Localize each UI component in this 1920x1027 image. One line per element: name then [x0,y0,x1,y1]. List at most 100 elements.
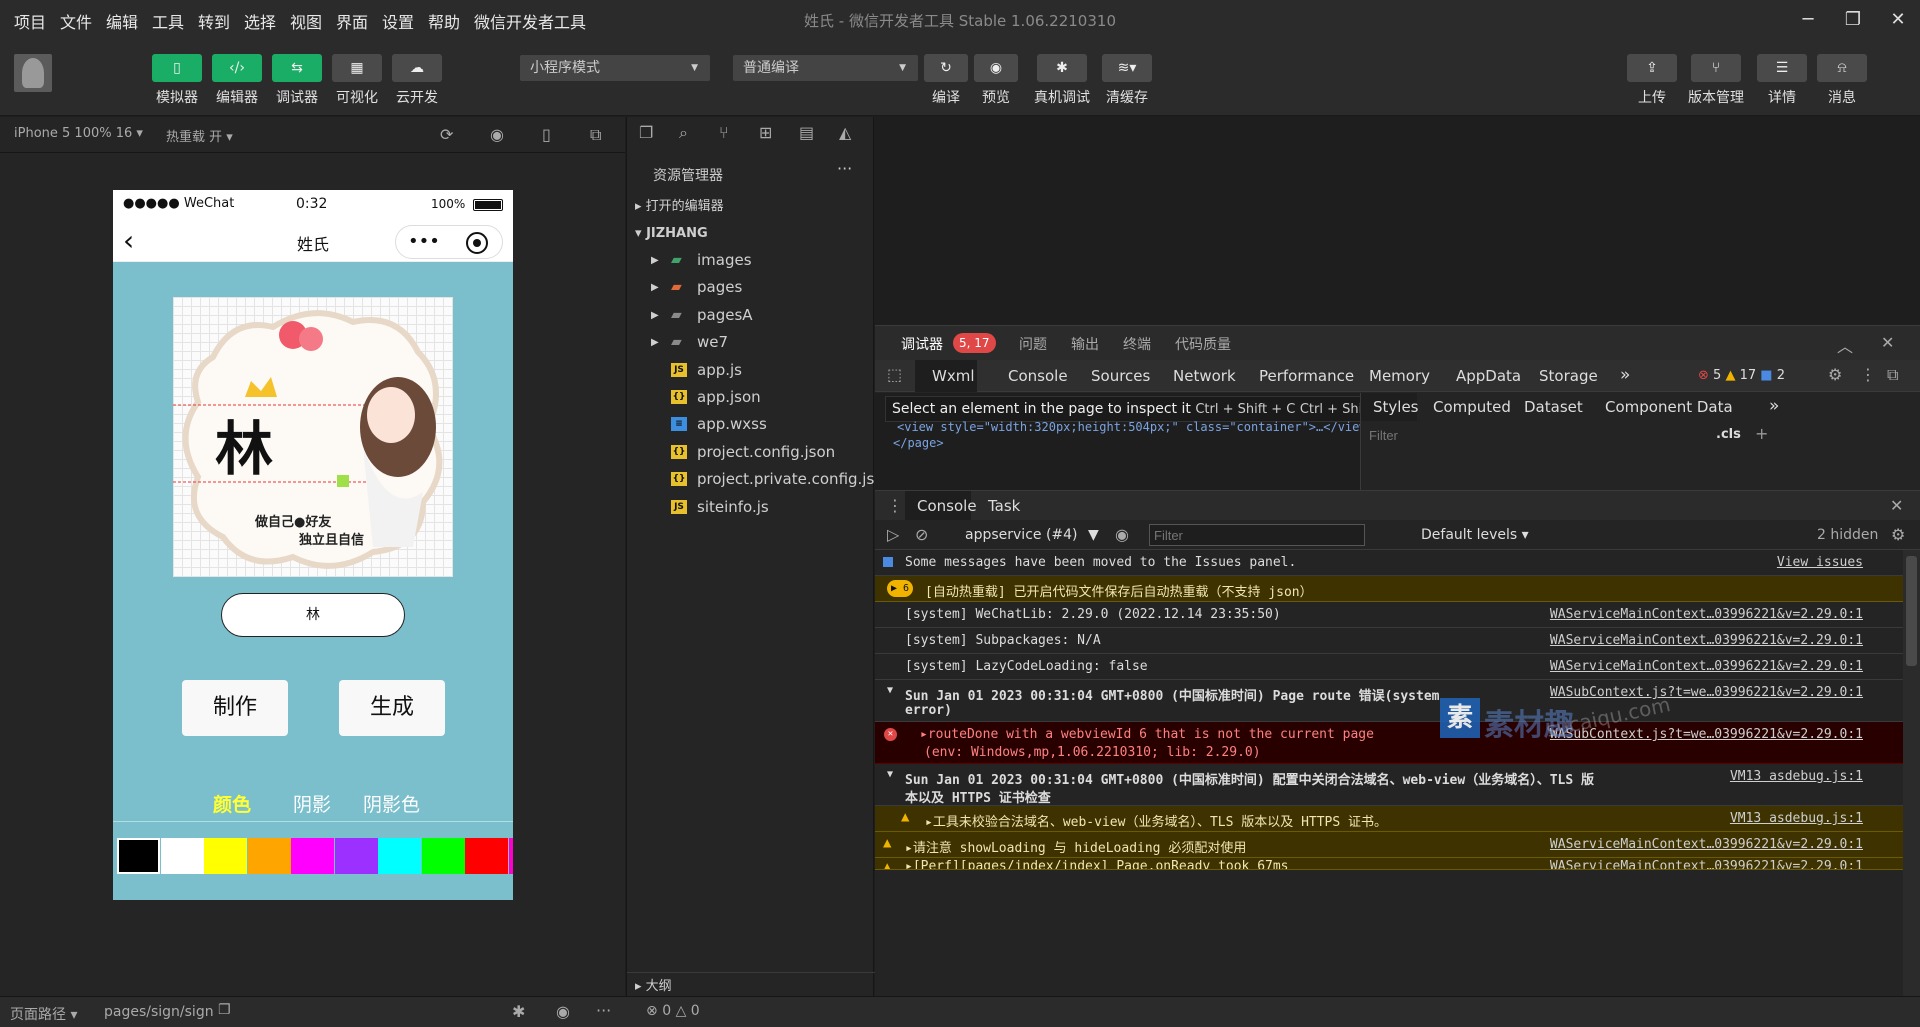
editor-button[interactable]: ‹/› [212,54,262,82]
menu-settings[interactable]: 设置 [382,9,414,33]
tab-dataset[interactable]: Dataset [1524,398,1583,416]
menu-wechat-devtools[interactable]: 微信开发者工具 [474,9,586,33]
menu-tools[interactable]: 工具 [152,9,184,33]
simulator-button[interactable]: ▯ [152,54,202,82]
tab-component-data[interactable]: Component Data [1605,398,1733,416]
menu-project[interactable]: 项目 [14,9,46,33]
tab-storage[interactable]: Storage [1539,367,1598,385]
drawer-tab-console[interactable]: Console [917,497,977,515]
upload-button[interactable]: ⇪ [1627,54,1677,82]
file-tree-item[interactable]: JS app.js [627,357,875,384]
source-link[interactable]: WAServiceMainContext…03996221&v=2.29.0:1 [1550,633,1863,648]
open-editors-section[interactable]: ▸ 打开的编辑器 [627,193,875,220]
tab-shadow-color[interactable]: 阴影色 [363,790,420,817]
file-tree-item[interactable]: ▶ ▰ we7 [627,329,875,356]
menu-view[interactable]: 视图 [290,9,322,33]
color-swatch[interactable] [334,838,378,874]
color-swatch[interactable] [421,838,465,874]
file-tree-item[interactable]: {} app.json [627,384,875,411]
menu-edit[interactable]: 编辑 [106,9,138,33]
tab-output[interactable]: 输出 [1071,334,1099,354]
tab-styles[interactable]: Styles [1373,398,1419,416]
menu-file[interactable]: 文件 [60,9,92,33]
popout-icon[interactable]: ⧉ [590,125,601,145]
drawer-kebab-icon[interactable]: ⋮ [887,496,903,515]
live-expression-icon[interactable]: ◉ [1115,525,1129,544]
compile-button[interactable]: ↻ [924,54,968,82]
more-style-tabs-icon[interactable]: » [1769,396,1779,416]
clear-cache-button[interactable]: ≋▾ [1102,54,1152,82]
avatar[interactable] [14,54,52,92]
counter-group[interactable]: ⊗ 5 ▲ 17 ■ 2 [1698,368,1785,383]
close-window-icon[interactable]: ✕ [1880,6,1916,34]
menu-interface[interactable]: 界面 [336,9,368,33]
styles-filter-input[interactable] [1367,423,1667,447]
menu-help[interactable]: 帮助 [428,9,460,33]
tab-computed[interactable]: Computed [1433,398,1511,416]
source-link[interactable]: WAServiceMainContext…03996221&v=2.29.0:1 [1550,659,1863,674]
extensions-icon[interactable]: ⊞ [759,123,772,142]
file-tree-item[interactable]: ≡ app.wxss [627,411,875,438]
source-link[interactable]: VM13 asdebug.js:1 [1730,811,1863,826]
problem-counts[interactable]: ⊗ 0 △ 0 [646,1003,700,1019]
file-tree-item[interactable]: ▶ ▰ images [627,247,875,274]
rotate-icon[interactable]: ⟳ [440,125,453,144]
color-swatch[interactable] [508,838,513,874]
console-group-domain[interactable]: ▼ Sun Jan 01 2023 00:31:04 GMT+0800 (中国标… [875,764,1903,806]
page-path-select[interactable]: 页面路径 ▾ [10,1004,77,1024]
file-tree-item[interactable]: {} project.config.json [627,439,875,466]
mini-close-icon[interactable] [466,232,488,254]
color-swatch[interactable] [204,838,247,874]
compile-select[interactable]: 普通编译 ▼ [733,55,918,81]
debugger-button[interactable]: ⇆ [272,54,322,82]
details-button[interactable]: ☰ [1757,54,1807,82]
device-select[interactable]: iPhone 5 100% 16 ▾ [14,126,143,141]
more-icon[interactable]: ··· [596,1001,611,1020]
version-button[interactable]: ⑂ [1691,54,1741,82]
messages-button[interactable]: ⍾ [1817,54,1867,82]
color-swatch[interactable] [160,838,204,874]
console-scrollbar[interactable] [1903,550,1920,996]
console-group-route[interactable]: ▼ Sun Jan 01 2023 00:31:04 GMT+0800 (中国标… [875,680,1903,722]
files-icon[interactable]: ❐ [639,123,653,142]
context-select[interactable]: appservice (#4) ▼ [965,527,1099,543]
tab-network[interactable]: Network [1173,367,1236,385]
tab-wxml[interactable]: Wxml [932,367,975,385]
device-icon[interactable]: ▯ [542,125,551,144]
eye-icon[interactable]: ◉ [556,1002,570,1021]
console-filter-input[interactable] [1149,524,1365,546]
tab-color[interactable]: 颜色 [213,790,251,817]
bug-icon[interactable]: ✱ [512,1002,525,1021]
cloud-button[interactable]: ☁ [392,54,442,82]
tab-performance[interactable]: Performance [1259,367,1354,385]
close-drawer-icon[interactable]: ✕ [1890,496,1903,515]
levels-select[interactable]: Default levels ▾ [1421,527,1529,543]
search-icon[interactable]: ⌕ [679,123,688,143]
outline-section[interactable]: ▸ 大纲 [627,972,875,999]
source-link[interactable]: WAServiceMainContext…03996221&v=2.29.0:1 [1550,837,1863,852]
gear-icon[interactable]: ⚙ [1828,365,1842,384]
source-link[interactable]: WASubContext.js?t=we…03996221&v=2.29.0:1 [1550,685,1863,700]
inspect-icon[interactable]: ⬚ [887,365,902,384]
visual-button[interactable]: ▦ [332,54,382,82]
file-tree-item[interactable]: {} project.private.config.js... [627,466,889,493]
menu-goto[interactable]: 转到 [198,9,230,33]
tab-sources[interactable]: Sources [1091,367,1150,385]
more-tabs-icon[interactable]: » [1620,365,1630,385]
tab-memory[interactable]: Memory [1369,367,1430,385]
cls-toggle[interactable]: .cls [1716,427,1741,442]
close-panel-icon[interactable]: ✕ [1881,333,1894,352]
tab-issues[interactable]: 问题 [1019,334,1047,354]
maximize-icon[interactable]: ❐ [1835,6,1871,34]
file-tree-item[interactable]: ▶ ▰ pagesA [627,302,875,329]
color-swatch[interactable] [378,838,421,874]
sidebar-toggle-icon[interactable]: ▷ [887,525,899,544]
minimize-icon[interactable]: ─ [1790,6,1826,34]
remote-debug-button[interactable]: ✱ [1037,54,1087,82]
console-settings-icon[interactable]: ⚙ [1891,525,1905,544]
tab-shadow[interactable]: 阴影 [293,790,331,817]
menu-select[interactable]: 选择 [244,9,276,33]
color-swatch[interactable] [465,838,508,874]
docker-icon[interactable]: ◭ [839,123,851,142]
surname-input[interactable]: 林 [221,593,405,637]
